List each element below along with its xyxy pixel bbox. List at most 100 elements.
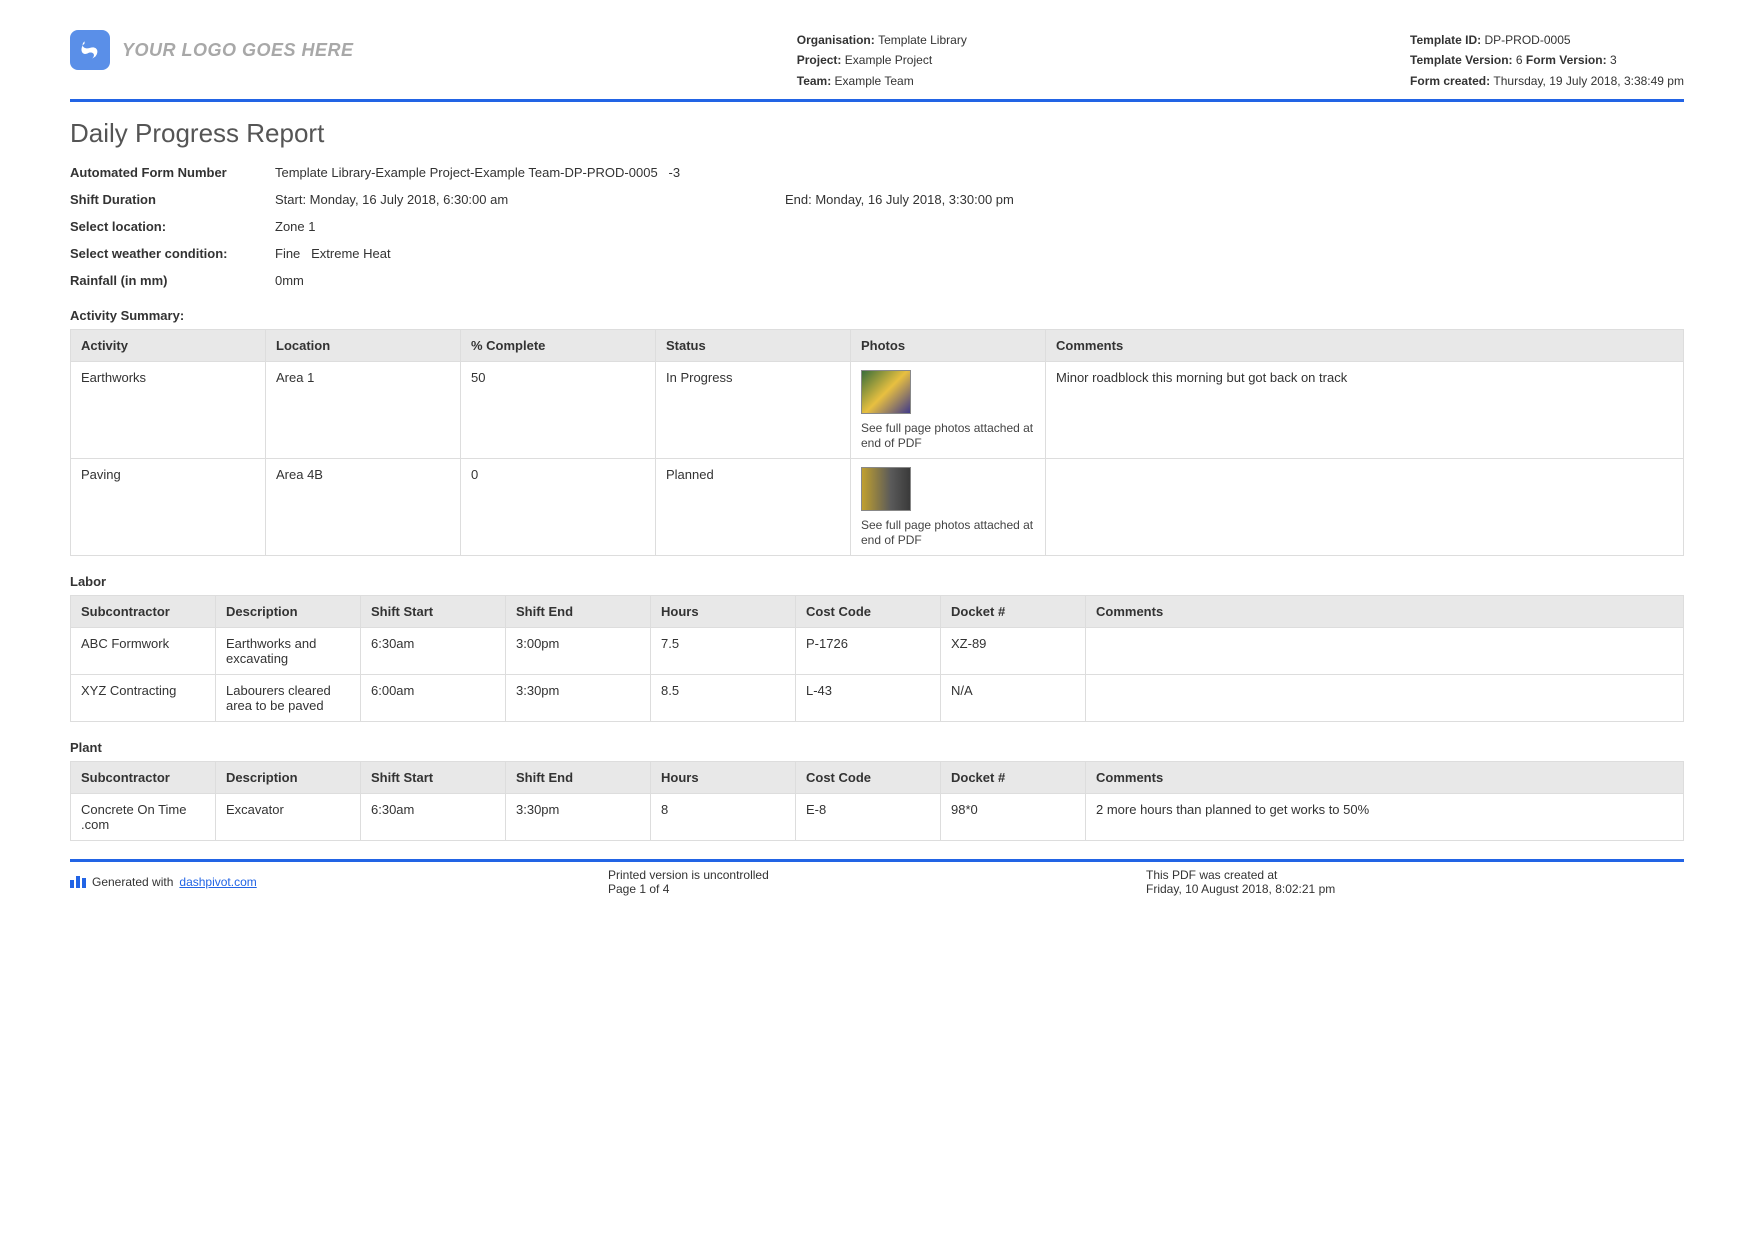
cell-end: 3:30pm (506, 794, 651, 841)
cell-start: 6:30am (361, 628, 506, 675)
plant-table: Subcontractor Description Shift Start Sh… (70, 761, 1684, 841)
cell-start: 6:00am (361, 675, 506, 722)
table-row: Earthworks Area 1 50 In Progress See ful… (71, 362, 1684, 459)
form-created-label: Form created: (1410, 74, 1490, 88)
template-id-value: DP-PROD-0005 (1485, 33, 1571, 47)
plant-section-label: Plant (70, 740, 1684, 755)
form-created-value: Thursday, 19 July 2018, 3:38:49 pm (1493, 74, 1684, 88)
th-desc: Description (216, 596, 361, 628)
table-row: ABC Formwork Earthworks and excavating 6… (71, 628, 1684, 675)
form-number-value: Template Library-Example Project-Example… (275, 165, 1684, 180)
cell-end: 3:00pm (506, 628, 651, 675)
cell-comments (1086, 675, 1684, 722)
location-value: Zone 1 (275, 219, 1684, 234)
logo-icon (70, 30, 110, 70)
dashpivot-link[interactable]: dashpivot.com (179, 875, 256, 889)
labor-section-label: Labor (70, 574, 1684, 589)
th-cost: Cost Code (796, 596, 941, 628)
team-label: Team: (797, 74, 831, 88)
photo-note: See full page photos attached at end of … (861, 421, 1033, 450)
cell-complete: 50 (461, 362, 656, 459)
rainfall-value: 0mm (275, 273, 1684, 288)
form-version-label: Form Version: (1526, 53, 1607, 67)
cell-comments: 2 more hours than planned to get works t… (1086, 794, 1684, 841)
th-photos: Photos (851, 330, 1046, 362)
th-sub: Subcontractor (71, 596, 216, 628)
th-activity: Activity (71, 330, 266, 362)
th-cost: Cost Code (796, 762, 941, 794)
project-label: Project: (797, 53, 842, 67)
cell-sub: XYZ Contracting (71, 675, 216, 722)
document-header: YOUR LOGO GOES HERE Organisation: Templa… (70, 30, 1684, 102)
weather-value: Fine Extreme Heat (275, 246, 1684, 261)
logo-placeholder-text: YOUR LOGO GOES HERE (122, 40, 354, 61)
th-start: Shift Start (361, 596, 506, 628)
template-id-label: Template ID: (1410, 33, 1481, 47)
cell-sub: ABC Formwork (71, 628, 216, 675)
table-row: XYZ Contracting Labourers cleared area t… (71, 675, 1684, 722)
cell-complete: 0 (461, 459, 656, 556)
uncontrolled-note: Printed version is uncontrolled (608, 868, 1146, 882)
shift-duration-label: Shift Duration (70, 192, 275, 207)
cell-desc: Excavator (216, 794, 361, 841)
cell-docket: N/A (941, 675, 1086, 722)
labor-table: Subcontractor Description Shift Start Sh… (70, 595, 1684, 722)
form-version-value: 3 (1610, 53, 1617, 67)
cell-cost: L-43 (796, 675, 941, 722)
cell-desc: Earthworks and excavating (216, 628, 361, 675)
cell-photos: See full page photos attached at end of … (851, 362, 1046, 459)
cell-start: 6:30am (361, 794, 506, 841)
table-row: Concrete On Time .com Excavator 6:30am 3… (71, 794, 1684, 841)
cell-comments: Minor roadblock this morning but got bac… (1046, 362, 1684, 459)
cell-activity: Earthworks (71, 362, 266, 459)
th-docket: Docket # (941, 596, 1086, 628)
logo-block: YOUR LOGO GOES HERE (70, 30, 354, 70)
cell-sub: Concrete On Time .com (71, 794, 216, 841)
template-version-value: 6 (1516, 53, 1523, 67)
cell-comments (1086, 628, 1684, 675)
cell-hours: 8.5 (651, 675, 796, 722)
th-sub: Subcontractor (71, 762, 216, 794)
photo-thumbnail-icon (861, 467, 911, 511)
photo-note: See full page photos attached at end of … (861, 518, 1033, 547)
org-label: Organisation: (797, 33, 875, 47)
team-value: Example Team (835, 74, 914, 88)
cell-cost: E-8 (796, 794, 941, 841)
table-row: Paving Area 4B 0 Planned See full page p… (71, 459, 1684, 556)
th-hours: Hours (651, 762, 796, 794)
cell-activity: Paving (71, 459, 266, 556)
page-title: Daily Progress Report (70, 118, 1684, 149)
cell-status: In Progress (656, 362, 851, 459)
cell-location: Area 4B (266, 459, 461, 556)
org-value: Template Library (878, 33, 967, 47)
shift-end-value: End: Monday, 16 July 2018, 3:30:00 pm (785, 192, 1014, 207)
document-footer: Generated with dashpivot.com Printed ver… (70, 859, 1684, 896)
th-start: Shift Start (361, 762, 506, 794)
th-hours: Hours (651, 596, 796, 628)
cell-hours: 8 (651, 794, 796, 841)
generated-prefix: Generated with (92, 875, 173, 889)
dashpivot-icon (70, 876, 86, 888)
cell-status: Planned (656, 459, 851, 556)
th-complete: % Complete (461, 330, 656, 362)
created-at-label: This PDF was created at (1146, 868, 1684, 882)
photo-thumbnail-icon (861, 370, 911, 414)
cell-hours: 7.5 (651, 628, 796, 675)
th-status: Status (656, 330, 851, 362)
project-value: Example Project (845, 53, 932, 67)
th-comments: Comments (1046, 330, 1684, 362)
meta-middle: Organisation: Template Library Project: … (797, 30, 967, 91)
th-comments: Comments (1086, 596, 1684, 628)
cell-docket: 98*0 (941, 794, 1086, 841)
th-end: Shift End (506, 762, 651, 794)
page-number: Page 1 of 4 (608, 882, 1146, 896)
th-location: Location (266, 330, 461, 362)
created-at-value: Friday, 10 August 2018, 8:02:21 pm (1146, 882, 1684, 896)
th-desc: Description (216, 762, 361, 794)
meta-right: Template ID: DP-PROD-0005 Template Versi… (1410, 30, 1684, 91)
activity-section-label: Activity Summary: (70, 308, 1684, 323)
th-docket: Docket # (941, 762, 1086, 794)
th-end: Shift End (506, 596, 651, 628)
form-number-label: Automated Form Number (70, 165, 275, 180)
cell-desc: Labourers cleared area to be paved (216, 675, 361, 722)
